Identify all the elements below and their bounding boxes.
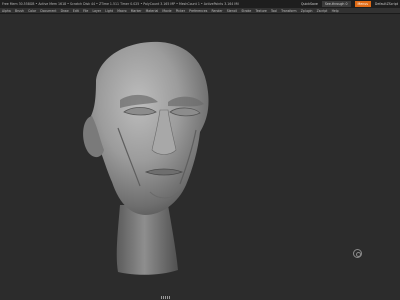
menu-tool[interactable]: Tool [271,9,277,13]
menu-render[interactable]: Render [212,9,223,13]
status-bar-right: QuickSave See-through 0 Menus DefaultZSc… [301,1,400,7]
sculpted-head-model[interactable] [0,15,400,300]
menu-draw[interactable]: Draw [61,9,69,13]
status-message: Free Mem 30.558GB • Active Mem 1618 • Sc… [2,2,239,6]
quicksave-button[interactable]: QuickSave [301,2,318,6]
menu-layer[interactable]: Layer [92,9,101,13]
menus-toggle-button[interactable]: Menus [354,1,371,7]
menu-edit[interactable]: Edit [73,9,79,13]
menu-stencil[interactable]: Stencil [227,9,237,13]
menu-transform[interactable]: Transform [281,9,296,13]
menu-file[interactable]: File [83,9,88,13]
menu-stroke[interactable]: Stroke [241,9,251,13]
gizmo-icon[interactable] [353,249,362,258]
default-zscript-button[interactable]: DefaultZScript [375,2,398,6]
menu-alpha[interactable]: Alpha [2,9,11,13]
menu-movie[interactable]: Movie [162,9,171,13]
menu-color[interactable]: Color [28,9,36,13]
head-shape [88,41,209,215]
menu-material[interactable]: Material [146,9,159,13]
canvas-viewport[interactable] [0,15,400,300]
menu-marker[interactable]: Marker [131,9,142,13]
drag-handle-icon[interactable] [158,295,172,299]
status-bar: Free Mem 30.558GB • Active Mem 1618 • Sc… [0,0,400,8]
menu-light[interactable]: Light [105,9,113,13]
menu-macro[interactable]: Macro [117,9,126,13]
menu-document[interactable]: Document [40,9,56,13]
menu-texture[interactable]: Texture [255,9,266,13]
menu-preferences[interactable]: Preferences [189,9,207,13]
menu-zscript[interactable]: Zscript [317,9,328,13]
zbrush-window: Free Mem 30.558GB • Active Mem 1618 • Sc… [0,0,400,300]
see-through-slider[interactable]: See-through 0 [321,1,351,7]
menu-help[interactable]: Help [332,9,339,13]
menu-zplugin[interactable]: Zplugin [301,9,313,13]
menu-brush[interactable]: Brush [15,9,24,13]
menu-picker[interactable]: Picker [176,9,185,13]
menu-bar: Alpha Brush Color Document Draw Edit Fil… [0,8,400,14]
neck-shape [116,205,178,275]
